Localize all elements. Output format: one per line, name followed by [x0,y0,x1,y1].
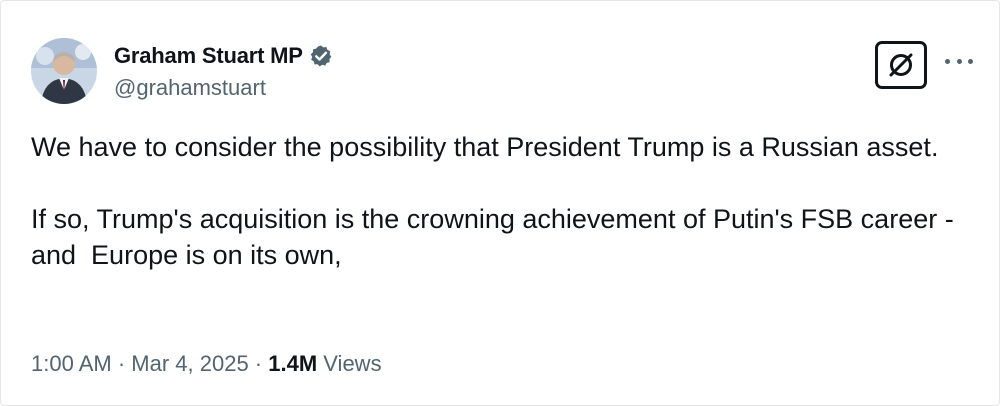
meta-separator: · [248,351,269,376]
tweet-time[interactable]: 1:00 AM [31,351,112,377]
author-name-row: Graham Stuart MP [114,41,333,71]
views-count[interactable]: 1.4M [268,351,317,377]
more-options-icon[interactable] [945,51,973,71]
tweet-card: Graham Stuart MP @grahamstuart We have t… [0,0,1000,406]
grok-icon [889,53,913,77]
verified-badge-icon[interactable] [309,44,333,68]
views-label[interactable]: Views [317,351,381,377]
avatar-image [31,38,97,104]
author-handle[interactable]: @grahamstuart [114,75,266,101]
more-dot [968,58,973,64]
tweet-date[interactable]: Mar 4, 2025 [131,351,248,377]
profile-avatar[interactable] [31,38,97,104]
more-dot [956,58,962,64]
grok-button[interactable] [875,41,927,89]
more-dot [945,58,950,64]
author-display-name[interactable]: Graham Stuart MP [114,43,303,69]
meta-separator: · [111,351,132,376]
tweet-text: We have to consider the possibility that… [31,132,954,270]
tweet-meta: 1:00 AM · Mar 4, 2025 · 1.4M Views [31,351,382,377]
